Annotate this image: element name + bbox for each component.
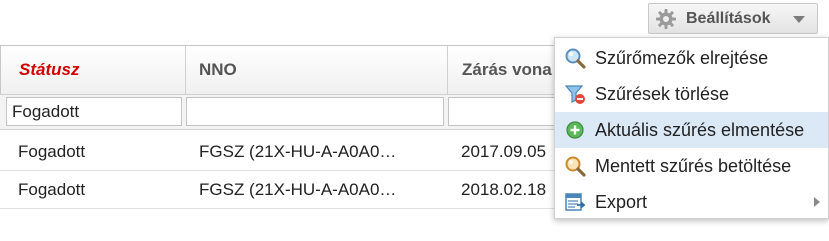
magnifier-icon — [563, 46, 587, 70]
table-body: Fogadott FGSZ (21X-HU-A-A0A0… 2017.09.05… — [0, 133, 600, 209]
menu-item-label: Szűrőmezők elrejtése — [595, 47, 769, 68]
menu-item-clear-filters[interactable]: Szűrések törlése — [555, 76, 828, 112]
menu-item-load-filter[interactable]: Mentett szűrés betöltése — [555, 148, 828, 184]
page: Beállítások Státusz NNO Zárás vona Fogad… — [0, 0, 829, 241]
menu-item-label: Aktuális szűrés elmentése — [595, 119, 805, 140]
table-row[interactable]: Fogadott FGSZ (21X-HU-A-A0A0… 2017.09.05 — [0, 133, 600, 171]
settings-menu: Szűrőmezők elrejtése Szűrések törlése Ak… — [554, 37, 829, 219]
export-icon — [563, 190, 587, 214]
menu-item-export[interactable]: Export — [555, 184, 828, 220]
chevron-down-icon — [793, 16, 805, 23]
nno-cell: FGSZ (21X-HU-A-A0A0… — [199, 141, 397, 161]
nno-cell: FGSZ (21X-HU-A-A0A0… — [199, 179, 397, 199]
menu-item-label: Szűrések törlése — [595, 83, 730, 104]
header-row: Státusz NNO Zárás vona — [0, 46, 600, 95]
chevron-right-icon — [814, 197, 820, 207]
menu-item-save-filter[interactable]: Aktuális szűrés elmentése — [555, 112, 828, 148]
settings-button[interactable]: Beállítások — [648, 3, 818, 34]
status-filter-input[interactable] — [6, 97, 182, 126]
add-green-icon — [563, 118, 587, 142]
status-cell: Fogadott — [18, 141, 86, 161]
nno-filter-input[interactable] — [186, 97, 444, 126]
filter-row — [0, 95, 600, 130]
menu-item-hide-filters[interactable]: Szűrőmezők elrejtése — [555, 40, 828, 76]
settings-label: Beállítások — [686, 9, 771, 27]
gear-icon — [654, 7, 678, 31]
column-header-status[interactable]: Státusz — [0, 46, 185, 94]
menu-item-label: Mentett szűrés betöltése — [595, 155, 792, 176]
menu-item-label: Export — [595, 191, 648, 212]
column-header-nno[interactable]: NNO — [185, 46, 447, 94]
table-row[interactable]: Fogadott FGSZ (21X-HU-A-A0A0… 2018.02.18 — [0, 171, 600, 209]
filter-remove-icon — [563, 82, 587, 106]
status-cell: Fogadott — [18, 179, 86, 199]
magnifier-load-icon — [563, 154, 587, 178]
data-grid: Státusz NNO Zárás vona Fogadott FGSZ (21… — [0, 45, 600, 209]
